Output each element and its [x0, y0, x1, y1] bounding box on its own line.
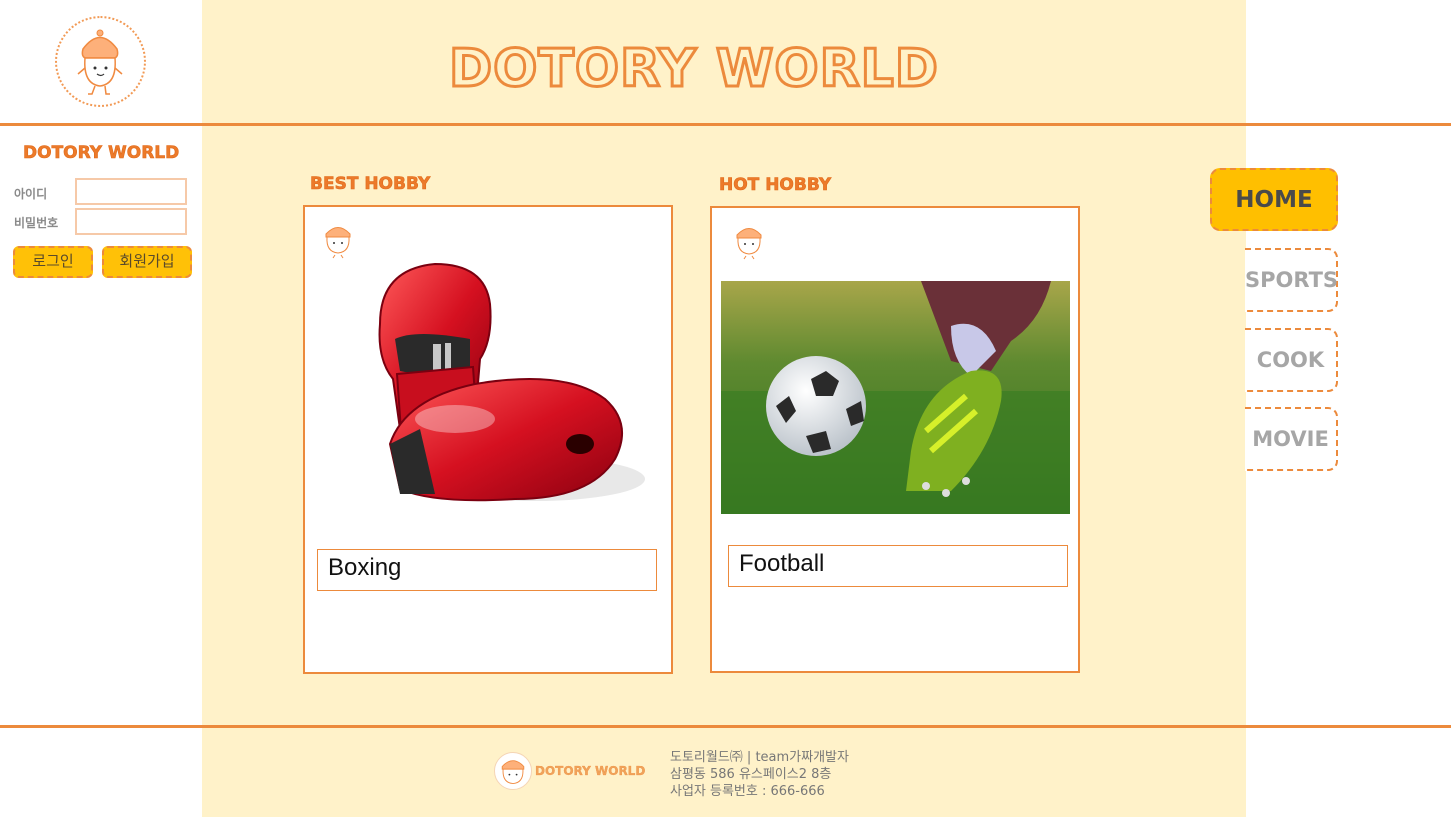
acorn-mascot-icon	[325, 227, 351, 259]
boxing-gloves-image	[378, 262, 645, 502]
footer-divider	[0, 725, 1451, 728]
password-label: 비밀번호	[14, 216, 59, 230]
nav-sports[interactable]: SPORTS	[1245, 248, 1338, 312]
football-photo-image	[721, 281, 1070, 514]
footer-logo	[494, 752, 532, 790]
sidebar-brand: DOTORY WORLD	[23, 143, 180, 164]
logo-link[interactable]	[55, 16, 146, 107]
footer-brand: DOTORY WORLD	[535, 764, 646, 778]
header-divider	[0, 123, 1451, 126]
hot-hobby-label: Football	[728, 545, 1068, 587]
best-hobby-title: BEST HOBBY	[310, 174, 431, 195]
footer-registration: 사업자 등록번호 : 666-666	[670, 784, 825, 799]
nav-cook[interactable]: COOK	[1245, 328, 1338, 392]
login-button[interactable]: 로그인	[13, 246, 93, 278]
signup-button[interactable]: 회원가입	[102, 246, 192, 278]
hot-hobby-title: HOT HOBBY	[719, 175, 832, 196]
acorn-mascot-icon	[736, 228, 762, 260]
hot-hobby-card[interactable]: Football	[710, 206, 1080, 673]
best-hobby-card[interactable]: Boxing	[303, 205, 673, 674]
nav-movie[interactable]: MOVIE	[1245, 407, 1338, 471]
best-hobby-label: Boxing	[317, 549, 657, 591]
acorn-mascot-icon	[501, 760, 525, 785]
site-title: DOTORY WORLD	[448, 38, 940, 101]
id-label: 아이디	[14, 187, 48, 201]
password-field[interactable]	[75, 208, 187, 235]
id-field[interactable]	[75, 178, 187, 205]
nav-home[interactable]: HOME	[1210, 168, 1338, 231]
acorn-mascot-icon	[77, 29, 123, 95]
